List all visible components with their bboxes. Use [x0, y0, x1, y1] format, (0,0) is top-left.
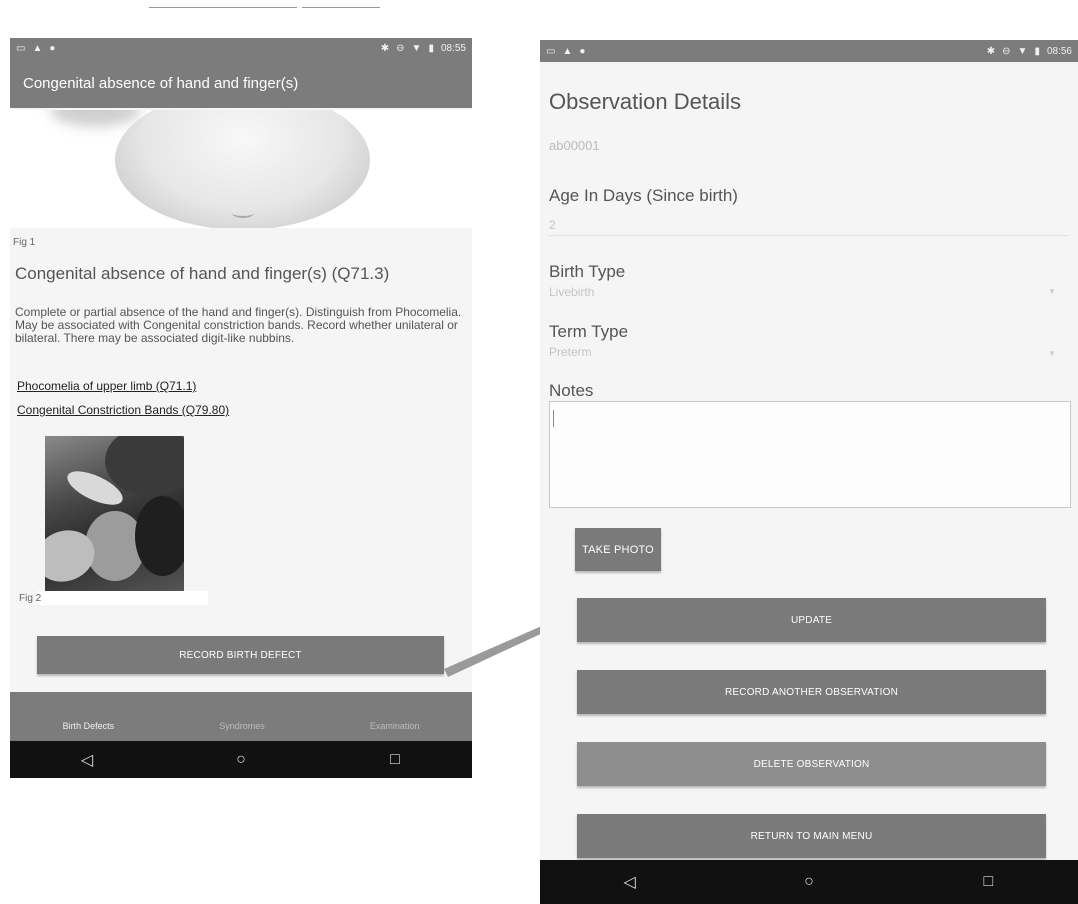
recents-icon[interactable]: □: [968, 873, 1008, 891]
delete-observation-button[interactable]: DELETE OBSERVATION: [577, 742, 1046, 786]
text-cursor: [553, 410, 554, 427]
record-another-observation-button[interactable]: RECORD ANOTHER OBSERVATION: [577, 670, 1046, 714]
battery-icon: ▮: [1034, 45, 1040, 57]
chevron-down-icon: ▼: [1048, 349, 1056, 358]
android-icon: ●: [579, 45, 586, 57]
age-field[interactable]: 2: [549, 218, 556, 232]
back-icon[interactable]: ◁: [610, 872, 650, 892]
screenshot-icon: ▭: [546, 45, 556, 57]
birth-type-select[interactable]: Livebirth: [549, 285, 594, 299]
do-not-disturb-icon: ⊖: [1002, 45, 1011, 57]
wifi-icon: ▼: [1017, 45, 1028, 57]
term-type-label: Term Type: [549, 322, 629, 341]
chevron-down-icon: ▼: [1048, 287, 1056, 296]
status-time: 08:56: [1046, 45, 1072, 57]
system-nav-bar: ◁ ○ □: [540, 860, 1078, 904]
update-button[interactable]: UPDATE: [577, 598, 1046, 642]
notes-label: Notes: [549, 381, 594, 400]
age-label: Age In Days (Since birth): [549, 186, 738, 205]
warning-icon: ▲: [562, 45, 573, 57]
home-icon[interactable]: ○: [789, 873, 829, 891]
observation-id: ab00001: [549, 138, 600, 153]
status-bar: ▭ ▲ ● ✱ ⊖ ▼ ▮ 08:56: [540, 40, 1078, 62]
take-photo-button[interactable]: TAKE PHOTO: [575, 528, 661, 571]
term-type-select[interactable]: Preterm: [549, 345, 592, 359]
return-to-main-menu-button[interactable]: RETURN TO MAIN MENU: [577, 814, 1046, 858]
birth-type-label: Birth Type: [549, 262, 626, 281]
right-phone-screen: ▭ ▲ ● ✱ ⊖ ▼ ▮ 08:56 Observation Details …: [540, 40, 1078, 904]
bluetooth-icon: ✱: [986, 45, 996, 57]
notes-textarea[interactable]: [549, 401, 1071, 508]
page-title: Observation Details: [549, 89, 741, 114]
